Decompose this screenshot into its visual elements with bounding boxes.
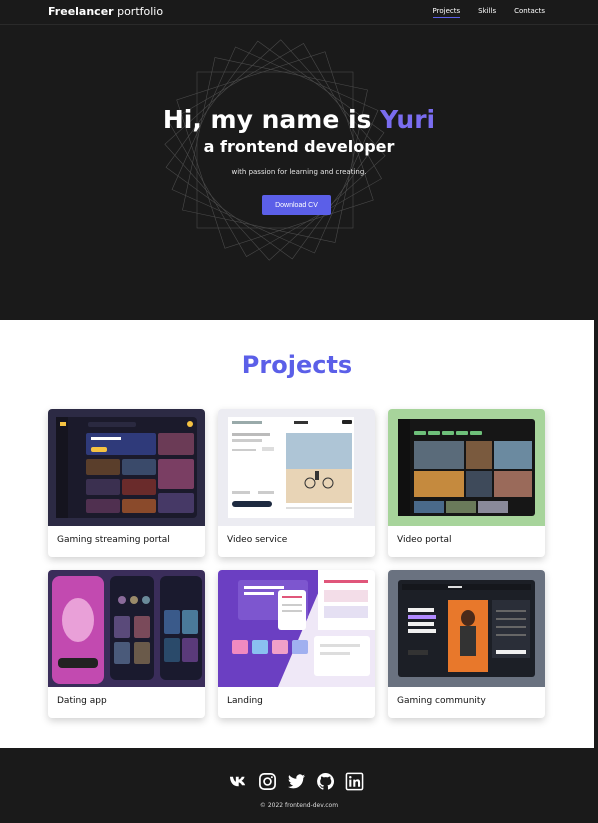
linkedin-icon[interactable] bbox=[345, 772, 364, 791]
instagram-icon[interactable] bbox=[258, 772, 277, 791]
nav-links: Projects Skills Contacts bbox=[432, 7, 545, 18]
projects-heading: Projects bbox=[241, 351, 353, 379]
site-logo[interactable]: Freelancer portfolio bbox=[48, 5, 163, 18]
project-card-title: Video portal bbox=[397, 535, 452, 545]
nav-link-skills[interactable]: Skills bbox=[478, 7, 496, 18]
hero-name: Yuri bbox=[380, 105, 436, 134]
logo-bold-text: Freelancer bbox=[48, 5, 114, 18]
github-icon[interactable] bbox=[316, 772, 335, 791]
logo-light-text: portfolio bbox=[113, 5, 164, 18]
hero-section: Hi, my name is Yuri a frontend developer… bbox=[0, 25, 598, 320]
project-card-title: Video service bbox=[227, 535, 288, 545]
twitter-icon[interactable] bbox=[287, 772, 306, 791]
project-card-title: Gaming streaming portal bbox=[57, 535, 170, 545]
page-edge-strip bbox=[594, 320, 598, 748]
social-links bbox=[229, 772, 364, 791]
download-cv-button[interactable]: Download CV bbox=[262, 195, 331, 215]
nav-link-projects[interactable]: Projects bbox=[432, 7, 461, 18]
projects-section: Projects Gaming streaming portal Video s… bbox=[0, 320, 594, 748]
footer: © 2022 frontend-dev.com bbox=[0, 748, 598, 823]
project-card-landing[interactable]: Landing bbox=[218, 570, 375, 718]
top-navbar: Freelancer portfolio Projects Skills Con… bbox=[0, 0, 598, 25]
project-card-video-portal[interactable]: Video portal bbox=[388, 409, 545, 557]
project-card-video-service[interactable]: Video service bbox=[218, 409, 375, 557]
project-card-gaming-community[interactable]: Gaming community bbox=[388, 570, 545, 718]
project-card-title: Dating app bbox=[57, 696, 107, 706]
project-card-title: Landing bbox=[227, 696, 263, 706]
hero-description: with passion for learning and creating. bbox=[231, 168, 367, 176]
project-card-dating-app[interactable]: Dating app bbox=[48, 570, 205, 718]
project-card-gaming-streaming[interactable]: Gaming streaming portal bbox=[48, 409, 205, 557]
vk-icon[interactable] bbox=[229, 772, 248, 791]
hero-title: Hi, my name is Yuri bbox=[0, 105, 598, 134]
project-thumbnail bbox=[388, 570, 545, 687]
project-thumbnail bbox=[218, 570, 375, 687]
project-thumbnail bbox=[48, 409, 205, 526]
project-thumbnail bbox=[388, 409, 545, 526]
hero-greeting: Hi, my name is bbox=[162, 105, 381, 134]
project-card-title: Gaming community bbox=[397, 696, 486, 706]
project-thumbnail bbox=[48, 570, 205, 687]
copyright-text: © 2022 frontend-dev.com bbox=[259, 802, 339, 809]
project-thumbnail bbox=[218, 409, 375, 526]
nav-link-contacts[interactable]: Contacts bbox=[514, 7, 545, 18]
hero-subtitle: a frontend developer bbox=[203, 137, 395, 156]
